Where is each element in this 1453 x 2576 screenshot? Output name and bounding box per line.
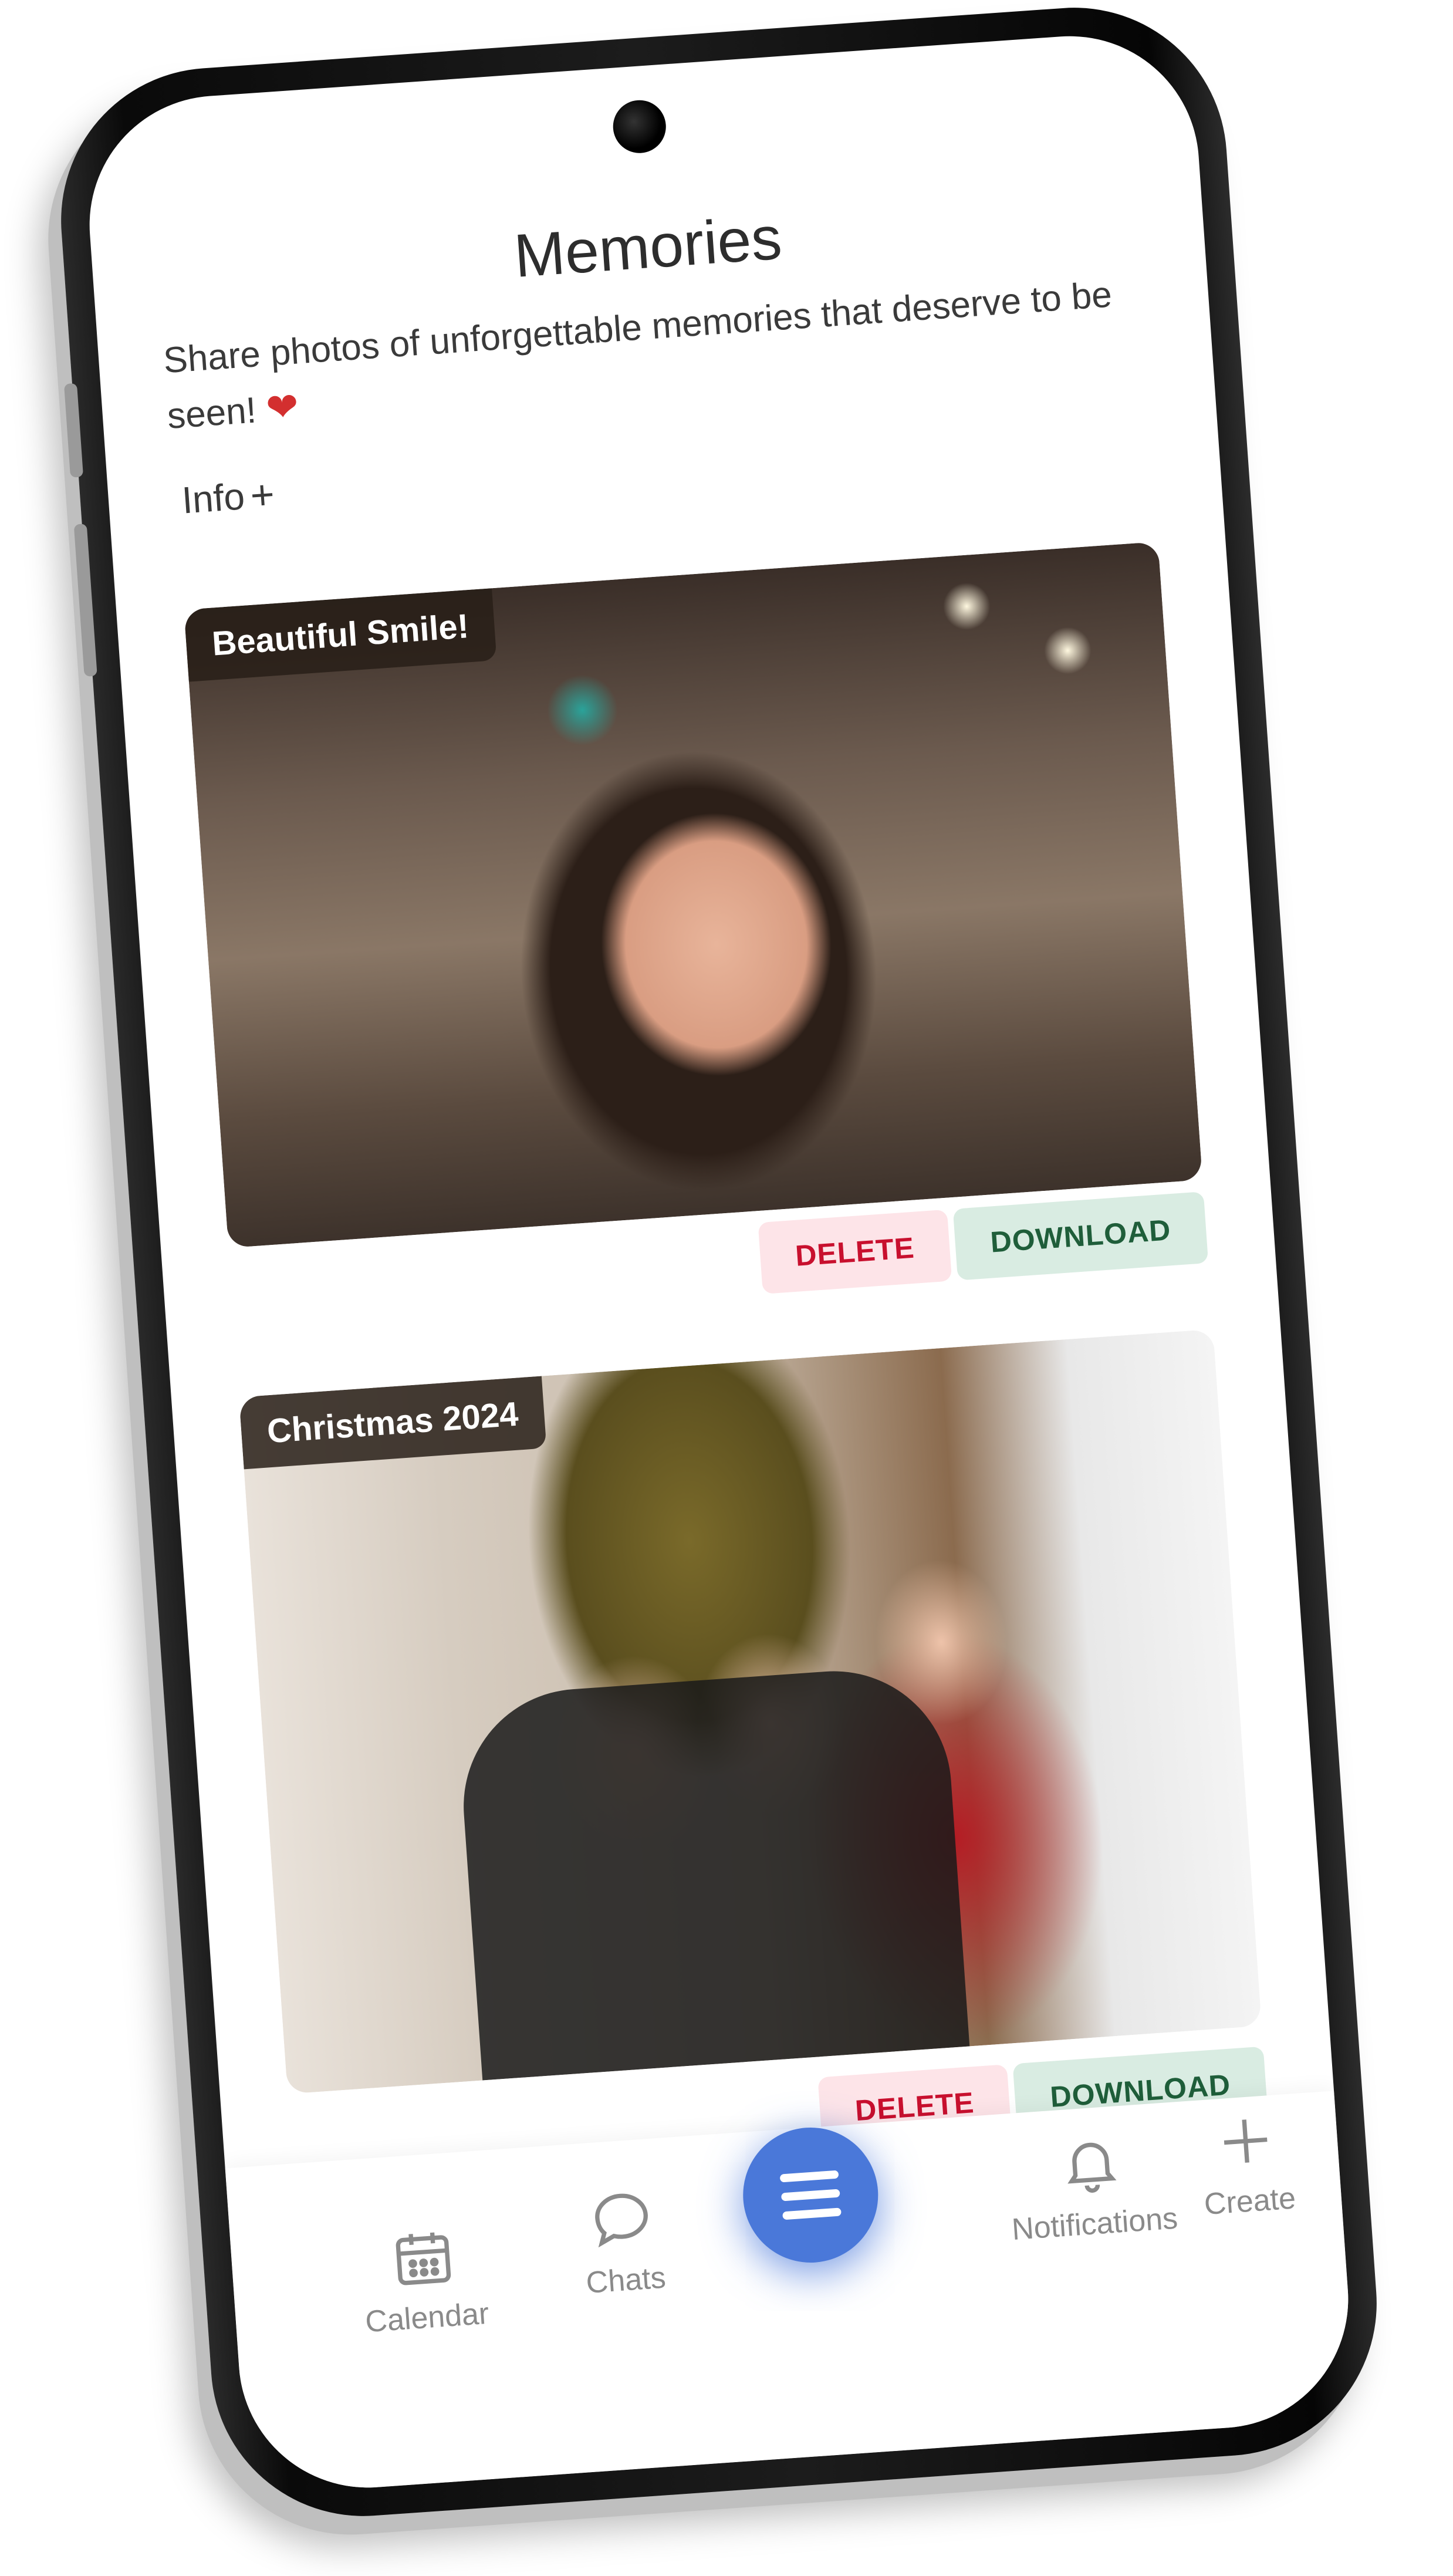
nav-label-create: Create [1203,2181,1297,2222]
app-screen: Memories Share photos of unforgettable m… [80,27,1357,2497]
heart-icon: ❤ [264,384,300,430]
memory-card[interactable]: Christmas 2024 [239,1329,1262,2094]
nav-label-chats: Chats [584,2260,667,2300]
plus-icon: + [249,471,276,519]
delete-button[interactable]: DELETE [758,1209,952,1294]
phone-device: Memories Share photos of unforgettable m… [50,0,1387,2527]
nav-label-notifications: Notifications [1011,2201,1179,2247]
info-toggle[interactable]: Info + [180,471,276,524]
info-label: Info [180,475,246,522]
memory-card[interactable]: Beautiful Smile! [184,541,1203,1248]
calendar-icon [396,2232,451,2285]
nav-calendar[interactable]: Calendar [359,2221,491,2339]
chat-bubble-icon [595,2193,648,2248]
nav-chats[interactable]: Chats [580,2185,667,2301]
front-camera [611,98,668,155]
nav-label-calendar: Calendar [364,2296,491,2339]
menu-icon [779,2170,842,2220]
memory-actions: DELETE DOWNLOAD [758,1191,1209,1294]
memories-header: Memories Share photos of unforgettable m… [91,174,1219,529]
mockup-stage: Memories Share photos of unforgettable m… [0,0,1453,2576]
nav-notifications[interactable]: Notifications [1005,2126,1179,2247]
download-button[interactable]: DOWNLOAD [952,1191,1209,1281]
menu-fab-button[interactable] [738,2123,883,2267]
bell-icon [1067,2142,1117,2193]
nav-create[interactable]: Create [1198,2106,1297,2222]
plus-icon [1224,2119,1268,2163]
photo-people [455,1663,970,2081]
